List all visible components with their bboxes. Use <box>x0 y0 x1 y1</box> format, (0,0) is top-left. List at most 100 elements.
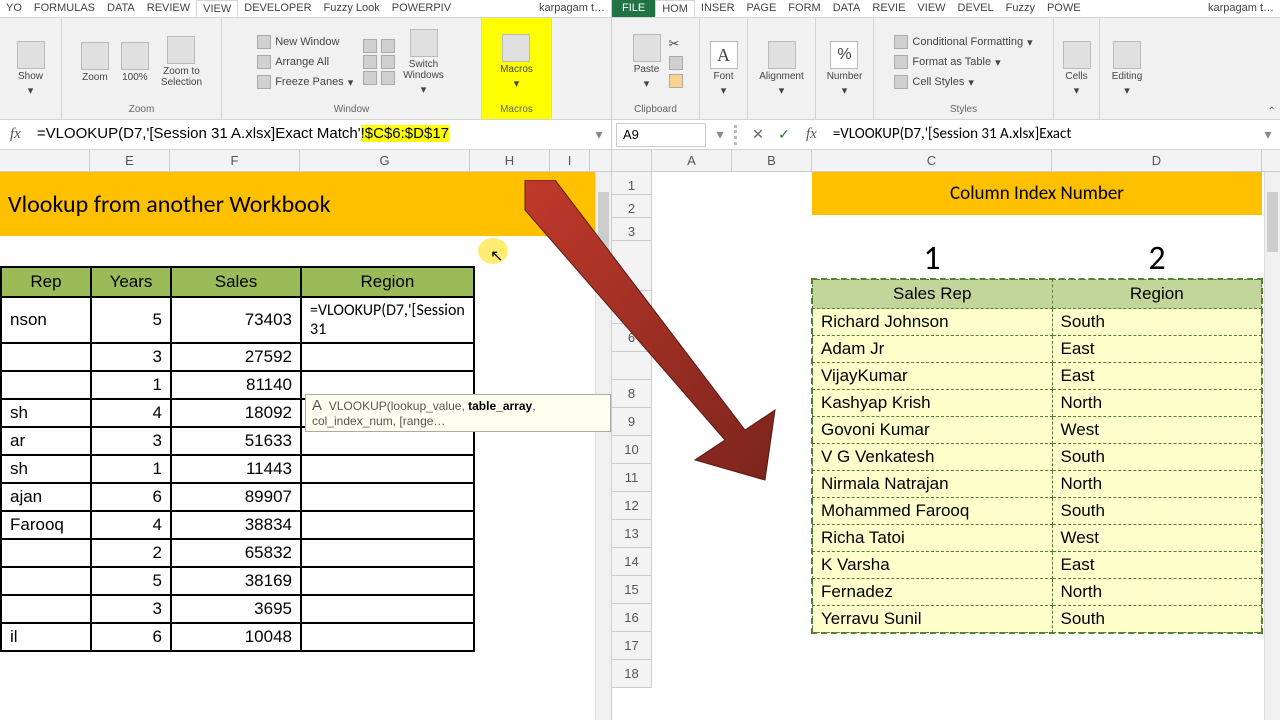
table-row[interactable]: 538169 <box>1 567 474 595</box>
tab-developer-r[interactable]: DEVEL <box>952 0 1000 17</box>
table-row[interactable]: Govoni KumarWest <box>813 417 1262 444</box>
cell-region[interactable] <box>301 595 474 623</box>
table-row[interactable]: Yerravu SunilSouth <box>813 606 1262 633</box>
row-num[interactable]: 3 <box>612 218 652 241</box>
vertical-scrollbar-left[interactable] <box>595 172 611 720</box>
row-num[interactable]: 18 <box>612 660 652 688</box>
namebox-dd[interactable]: ▾ <box>712 126 728 143</box>
switch-windows-button[interactable]: Switch Windows▾ <box>399 27 448 98</box>
cell-styles-button[interactable]: Cell Styles▾ <box>892 74 1034 90</box>
font-button[interactable]: AFont▾ <box>706 39 742 99</box>
cancel-formula-button[interactable]: ✕ <box>748 126 768 143</box>
select-all-corner[interactable] <box>612 150 652 171</box>
format-as-table-button[interactable]: Format as Table▾ <box>892 54 1034 70</box>
tab-yo[interactable]: YO <box>0 0 28 17</box>
number-button[interactable]: %Number▾ <box>823 39 867 99</box>
table-row[interactable]: nson573403=VLOOKUP(D7,'[Session 31 <box>1 297 474 343</box>
hundred-button[interactable]: 100% <box>117 40 153 85</box>
fx-button[interactable]: fx <box>4 126 27 143</box>
tab-developer[interactable]: DEVELOPER <box>238 0 317 17</box>
row-num[interactable] <box>612 291 652 324</box>
table-row[interactable]: Richard JohnsonSouth <box>813 309 1262 336</box>
cell-region[interactable] <box>301 623 474 651</box>
grid-left[interactable]: Vlookup from another Workbook Rep Years … <box>0 172 611 720</box>
enter-formula-button[interactable]: ✓ <box>774 126 794 143</box>
name-box[interactable] <box>616 123 706 147</box>
tab-view[interactable]: VIEW <box>196 0 238 17</box>
editing-button[interactable]: Editing▾ <box>1108 39 1147 99</box>
cell-region-editing[interactable]: =VLOOKUP(D7,'[Session 31 <box>301 297 474 343</box>
user-label-r[interactable]: karpagam t… <box>1202 0 1280 17</box>
row-num[interactable]: 16 <box>612 604 652 632</box>
sync2-icon[interactable] <box>381 55 395 69</box>
tab-file[interactable]: FILE <box>612 0 655 17</box>
formula-input-left[interactable]: =VLOOKUP(D7,'[Session 31 A.xlsx]Exact Ma… <box>33 123 585 147</box>
table-row[interactable]: Richa TatoiWest <box>813 525 1262 552</box>
copy-icon[interactable] <box>669 56 683 70</box>
cell-region[interactable] <box>301 511 474 539</box>
arrange-all-button[interactable]: Arrange All <box>255 54 355 70</box>
row-num[interactable]: 12 <box>612 492 652 520</box>
tab-powerpivot[interactable]: POWERPIV <box>386 0 457 17</box>
table-row[interactable]: ajan689907 <box>1 483 474 511</box>
row-num[interactable]: 17 <box>612 632 652 660</box>
row-num[interactable] <box>612 241 652 291</box>
cell-region[interactable] <box>301 455 474 483</box>
tab-power-r[interactable]: POWE <box>1041 0 1087 17</box>
table-row[interactable]: il610048 <box>1 623 474 651</box>
cell-region[interactable] <box>301 343 474 371</box>
row-num[interactable]: 13 <box>612 520 652 548</box>
table-row[interactable]: V G VenkateshSouth <box>813 444 1262 471</box>
table-row[interactable]: Farooq438834 <box>1 511 474 539</box>
col-b[interactable]: B <box>732 150 812 171</box>
sync3-icon[interactable] <box>381 71 395 85</box>
table-row[interactable]: Kashyap KrishNorth <box>813 390 1262 417</box>
tab-review[interactable]: REVIEW <box>141 0 196 17</box>
table-row[interactable]: Nirmala NatrajanNorth <box>813 471 1262 498</box>
new-window-button[interactable]: New Window <box>255 34 355 50</box>
row-num[interactable]: 10 <box>612 436 652 464</box>
tab-insert[interactable]: INSER <box>695 0 741 17</box>
row-num[interactable]: 1 <box>612 172 652 195</box>
row-num[interactable]: 6 <box>612 324 652 352</box>
formula-expand-r[interactable]: ▾ <box>1260 126 1276 143</box>
col-c[interactable]: C <box>812 150 1052 171</box>
tab-fuzzy-r[interactable]: Fuzzy <box>1000 0 1041 17</box>
table-row[interactable]: 265832 <box>1 539 474 567</box>
col-g[interactable]: G <box>300 150 470 171</box>
row-num[interactable]: 14 <box>612 548 652 576</box>
macros-button[interactable]: Macros▾ <box>496 32 537 92</box>
tab-home[interactable]: HOM <box>655 0 695 17</box>
col-a[interactable]: A <box>652 150 732 171</box>
row-num[interactable]: 9 <box>612 408 652 436</box>
row-num[interactable]: 15 <box>612 576 652 604</box>
col-e[interactable]: E <box>90 150 170 171</box>
show-button[interactable]: Show▾ <box>13 39 49 99</box>
format-painter-icon[interactable] <box>669 74 683 88</box>
tab-data[interactable]: DATA <box>101 0 141 17</box>
zoom-button[interactable]: Zoom <box>77 40 113 85</box>
scroll-thumb[interactable] <box>598 192 609 252</box>
cell-region[interactable] <box>301 483 474 511</box>
col-h[interactable]: H <box>470 150 550 171</box>
table-row[interactable]: 327592 <box>1 343 474 371</box>
tab-data-r[interactable]: DATA <box>827 0 867 17</box>
sync-icon[interactable] <box>381 39 395 53</box>
table-row[interactable]: K VarshaEast <box>813 552 1262 579</box>
alignment-button[interactable]: Alignment▾ <box>755 39 807 99</box>
lookup-table[interactable]: Sales RepRegion Richard JohnsonSouth Ada… <box>812 279 1262 633</box>
collapse-ribbon-icon[interactable]: ⌃ <box>1268 106 1276 117</box>
col-i[interactable]: I <box>550 150 590 171</box>
col-f[interactable]: F <box>170 150 300 171</box>
grid-right[interactable]: 1 2 3 6 8 9 10 11 12 13 14 15 16 17 18 C… <box>612 172 1280 720</box>
cell-region[interactable] <box>301 539 474 567</box>
col-pre[interactable] <box>0 150 90 171</box>
unhide-icon[interactable] <box>363 71 377 85</box>
table-row[interactable]: sh111443 <box>1 455 474 483</box>
tab-view-r[interactable]: VIEW <box>911 0 951 17</box>
tab-review-r[interactable]: REVIE <box>866 0 911 17</box>
hide-icon[interactable] <box>363 55 377 69</box>
tab-page[interactable]: PAGE <box>741 0 783 17</box>
paste-button[interactable]: Paste▾ <box>629 32 665 92</box>
cut-icon[interactable]: ✂ <box>669 36 683 52</box>
